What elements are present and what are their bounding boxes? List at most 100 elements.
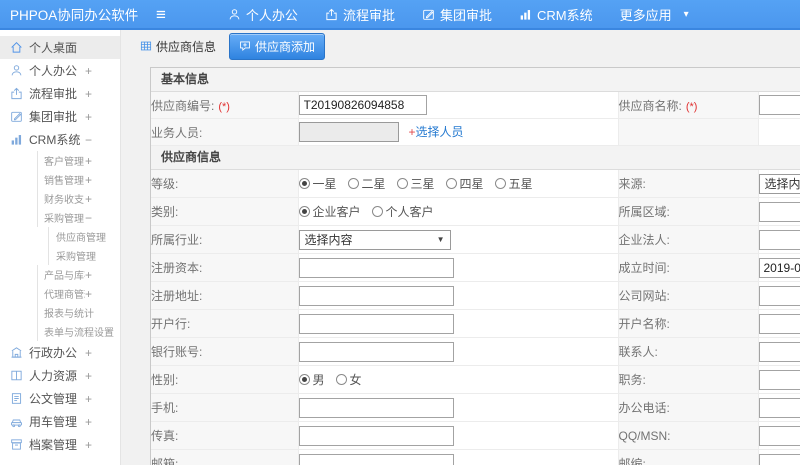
expand-plus-icon[interactable]: + <box>85 192 92 206</box>
sidebar-item[interactable]: 财务收支 + <box>0 189 120 208</box>
sidebar-item[interactable]: 表单与流程设置+ <box>0 322 120 341</box>
sidebar-item-label: 公文管理 <box>29 392 78 406</box>
text-input[interactable] <box>758 341 800 362</box>
radio-icon[interactable] <box>494 178 506 189</box>
expand-plus-icon[interactable]: + <box>85 154 92 168</box>
collapse-minus-icon[interactable]: − <box>85 133 92 147</box>
expand-plus-icon[interactable]: + <box>85 268 92 282</box>
sidebar-item[interactable]: CRM系统 − <box>0 128 120 151</box>
top-nav-item[interactable]: 个人办公 <box>228 5 298 24</box>
sidebar-item[interactable]: 供应商管理 <box>0 227 120 246</box>
sidebar-item[interactable]: 个人办公 + <box>0 59 120 82</box>
doc-icon <box>10 392 23 405</box>
radio-icon[interactable] <box>335 374 347 385</box>
expand-plus-icon[interactable]: + <box>85 287 92 301</box>
radio-option[interactable]: 个人客户 <box>371 203 434 220</box>
radio-icon[interactable] <box>396 178 408 189</box>
top-nav-item[interactable]: 集团审批 <box>422 5 492 24</box>
text-input[interactable] <box>298 95 427 115</box>
top-header: PHPOA协同办公软件 ≡ 个人办公 流程审批 集团审批 CRM系统 更多应用 ▾ <box>0 0 800 30</box>
field-label: 注册地址: <box>151 289 203 303</box>
select-input[interactable]: 选择内容▼ <box>758 173 800 194</box>
text-input[interactable] <box>298 397 454 418</box>
sidebar-item[interactable]: 公文管理 + <box>0 387 120 410</box>
sidebar-item[interactable]: 客户管理 + <box>0 151 120 170</box>
expand-plus-icon[interactable]: + <box>85 173 92 187</box>
expand-plus-icon[interactable]: + <box>85 110 92 124</box>
tab-supplier-add[interactable]: 供应商添加 <box>229 32 326 60</box>
radio-option[interactable]: 二星 <box>347 175 386 192</box>
text-input[interactable] <box>298 453 454 465</box>
field-label: 开户名称: <box>618 317 670 331</box>
text-input[interactable] <box>758 397 800 418</box>
radio-option[interactable]: 女 <box>335 371 362 388</box>
sidebar-item[interactable]: 用车管理 + <box>0 410 120 433</box>
text-input[interactable] <box>758 257 800 278</box>
text-input[interactable] <box>758 95 800 115</box>
field-label: 类别: <box>151 205 179 219</box>
expand-plus-icon[interactable]: + <box>85 392 92 406</box>
text-input[interactable] <box>298 257 454 278</box>
field-label: 邮箱: <box>151 457 179 465</box>
text-input[interactable] <box>298 285 454 306</box>
text-input[interactable] <box>758 313 800 334</box>
sidebar-item[interactable]: 报表与统计 <box>0 303 120 322</box>
text-input[interactable] <box>758 285 800 306</box>
radio-option[interactable]: 一星 <box>298 175 337 192</box>
expand-plus-icon[interactable]: + <box>85 438 92 452</box>
text-input[interactable] <box>298 425 454 446</box>
person-input[interactable] <box>298 122 399 142</box>
radio-option[interactable]: 五星 <box>494 175 533 192</box>
text-input[interactable] <box>758 201 800 222</box>
expand-plus-icon[interactable]: + <box>85 369 92 383</box>
radio-selected-icon[interactable] <box>298 374 310 385</box>
select-input[interactable]: 选择内容▼ <box>298 229 451 250</box>
sidebar-item[interactable]: 人力资源 + <box>0 364 120 387</box>
radio-icon[interactable] <box>371 206 383 217</box>
sidebar-item[interactable]: 集团审批 + <box>0 105 120 128</box>
radio-icon[interactable] <box>445 178 457 189</box>
menu-toggle-icon[interactable]: ≡ <box>152 6 170 23</box>
sidebar-item[interactable]: 行政办公 + <box>0 341 120 364</box>
text-input[interactable] <box>758 369 800 390</box>
text-input[interactable] <box>758 229 800 250</box>
expand-plus-icon[interactable]: + <box>85 415 92 429</box>
text-input[interactable] <box>758 425 800 446</box>
top-nav-item[interactable]: 更多应用 ▾ <box>620 5 689 24</box>
car-icon <box>10 415 23 428</box>
radio-selected-icon[interactable] <box>298 206 310 217</box>
tab-supplier-info[interactable]: 供应商信息 <box>134 35 222 58</box>
radio-option[interactable]: 三星 <box>396 175 435 192</box>
sidebar-item[interactable]: 产品与库存+ <box>0 265 120 284</box>
select-value: 选择内容 <box>304 233 353 247</box>
text-input[interactable] <box>298 313 454 334</box>
sidebar-item[interactable]: 档案管理 + <box>0 433 120 456</box>
sidebar-item[interactable]: 个人桌面 <box>0 36 120 59</box>
expand-plus-icon[interactable]: + <box>85 346 92 360</box>
expand-plus-icon[interactable]: + <box>85 87 92 101</box>
sidebar-item[interactable]: 采购管理 − <box>0 208 120 227</box>
field-label-cell: 邮编: <box>618 449 759 465</box>
collapse-minus-icon[interactable]: − <box>85 211 92 225</box>
radio-option[interactable]: 企业客户 <box>298 203 361 220</box>
sidebar-item-label: 报表与统计 <box>44 309 94 320</box>
radio-icon[interactable] <box>347 178 359 189</box>
radio-option[interactable]: 四星 <box>445 175 484 192</box>
sidebar-item[interactable]: 销售管理 + <box>0 170 120 189</box>
text-input[interactable] <box>758 453 800 465</box>
sidebar-item-label: 采购管理 <box>56 252 96 263</box>
top-nav-item[interactable]: 流程审批 <box>325 5 395 24</box>
sidebar-item[interactable]: 代理商管理+ <box>0 284 120 303</box>
sidebar-item[interactable]: 采购管理 <box>0 246 120 265</box>
radio-option[interactable]: 男 <box>298 371 325 388</box>
radio-selected-icon[interactable] <box>298 178 310 189</box>
sidebar-item-label: 表单与流程设置+ <box>44 328 114 339</box>
choose-person-link[interactable]: 选择人员 <box>416 125 464 139</box>
top-nav-item[interactable]: CRM系统 <box>519 5 593 24</box>
field-label-cell: 来源: <box>618 170 759 198</box>
field-label: 来源: <box>618 177 646 191</box>
sidebar-item[interactable]: 流程审批 + <box>0 82 120 105</box>
text-input[interactable] <box>298 341 454 362</box>
expand-plus-icon[interactable]: + <box>85 64 92 78</box>
field-label: 邮编: <box>618 457 646 465</box>
